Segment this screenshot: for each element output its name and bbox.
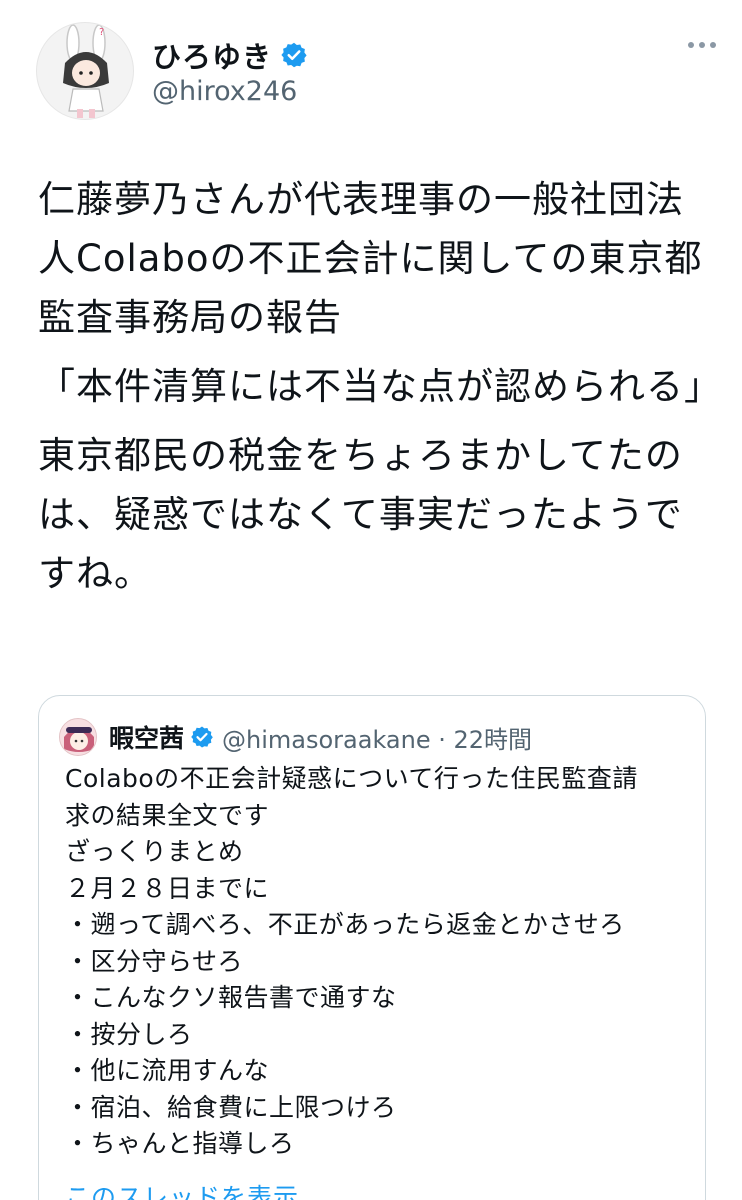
quoted-line: ２月２８日までに (65, 873, 270, 903)
quoted-display-name: 暇空茜 (109, 724, 185, 753)
tweet-paragraph: 東京都民の税金をちょろまかしてたのは、疑惑ではなくて事実だったようですね。 (38, 434, 683, 595)
quoted-line: ・他に流用すんな (65, 1056, 270, 1085)
quoted-tweet-header: 暇空茜 @himasoraakane · 22時間 (59, 718, 532, 756)
dot (688, 42, 694, 48)
quoted-line: ・こんなクソ報告書で通すな (65, 983, 397, 1012)
quoted-line: ・遡って調べろ、不正があったら返金とかさせろ (65, 910, 625, 939)
quoted-tweet-text: Colaboの不正会計疑惑について行った住民監査請 求の結果全文です ざっくりま… (65, 761, 690, 1163)
verified-badge-icon (281, 42, 307, 68)
tweet-paragraph: 仁藤夢乃さんが代表理事の一般社団法人Colaboの不正会計に関しての東京都監査事… (38, 178, 703, 339)
quoted-line: ざっくりまとめ (65, 837, 244, 866)
dot (699, 42, 705, 48)
quoted-line: ・宿泊、給食費に上限つけろ (65, 1092, 397, 1122)
display-name[interactable]: ひろゆき (152, 34, 272, 76)
quoted-tweet[interactable]: 暇空茜 @himasoraakane · 22時間 Colaboの不正会計疑惑に… (38, 695, 706, 1200)
quoted-line: ・按分しろ (65, 1019, 193, 1049)
quoted-line: ・区分守らせろ (65, 946, 244, 976)
verified-badge-icon (191, 726, 213, 748)
user-handle[interactable]: @hirox246 (152, 76, 297, 107)
quoted-handle-time: @himasoraakane · 22時間 (222, 725, 533, 754)
quoted-line: Colaboの不正会計疑惑について行った住民監査請 (65, 764, 638, 793)
quoted-line: ・ちゃんと指導しろ (65, 1129, 295, 1158)
show-thread-link[interactable]: このスレッドを表示 (65, 1178, 299, 1200)
quoted-line: 求の結果全文です (65, 800, 270, 830)
avatar[interactable]: ? (36, 22, 134, 120)
tweet-paragraph: 「本件清算には不当な点が認められる」 (38, 365, 722, 408)
name-row: ひろゆき (152, 34, 308, 76)
tweet-screen: ? ひろゆき @hirox246 仁藤夢乃さんが代表理事の一般社団法人Colab… (0, 0, 742, 1200)
tweet-text: 仁藤夢乃さんが代表理事の一般社団法人Colaboの不正会計に関しての東京都監査事… (38, 170, 722, 613)
quoted-avatar (59, 718, 97, 756)
dot (710, 42, 716, 48)
svg-text:?: ? (99, 27, 104, 38)
more-options-icon[interactable] (688, 42, 716, 48)
tweet-header: ? ひろゆき @hirox246 (36, 22, 716, 132)
